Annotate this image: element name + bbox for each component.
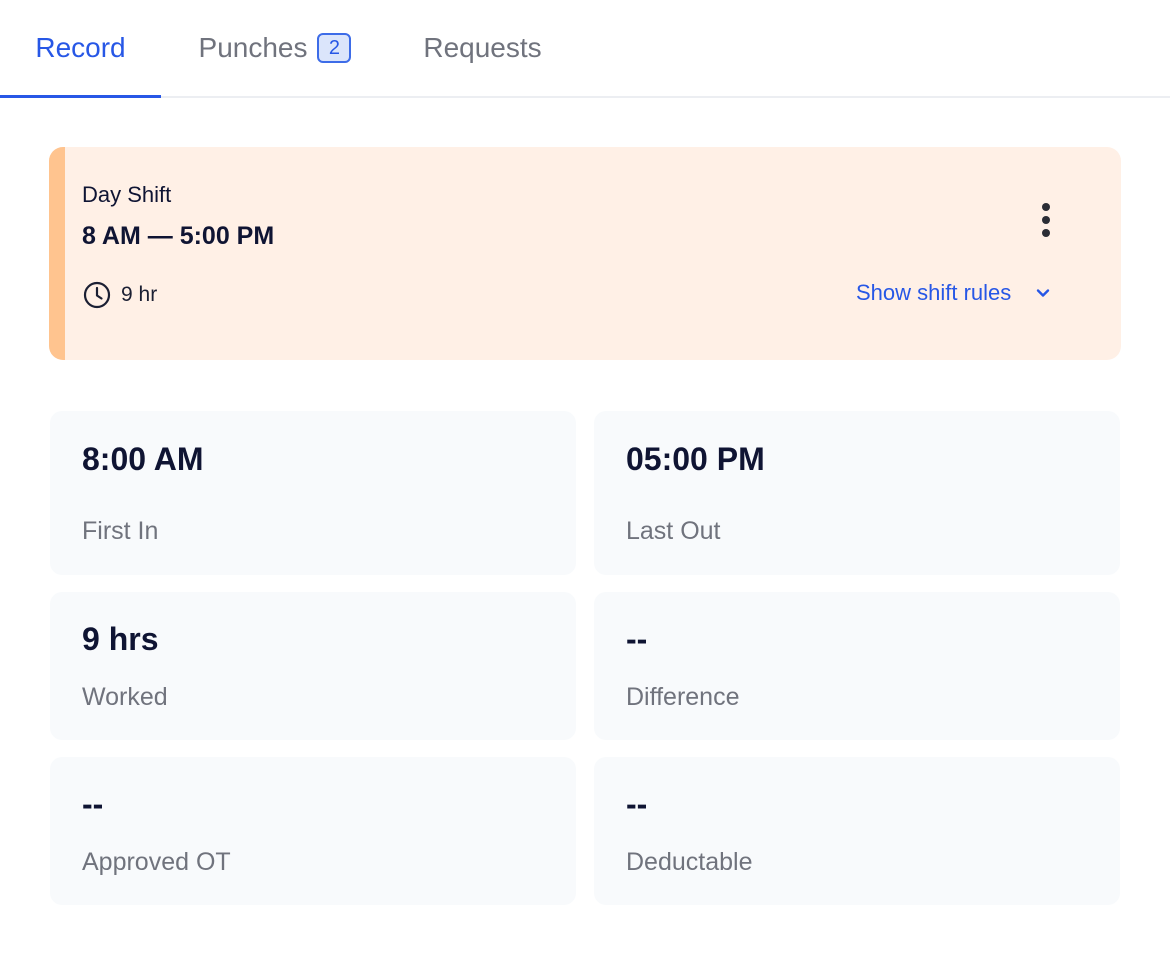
shift-duration-value: 9 hr	[121, 283, 158, 306]
punches-count-badge: 2	[317, 33, 352, 63]
shift-accent-bar	[49, 147, 65, 360]
last-out-card: 05:00 PM Last Out	[594, 411, 1120, 575]
tab-requests-label: Requests	[423, 32, 542, 63]
more-options-button[interactable]	[1030, 199, 1062, 241]
shift-name: Day Shift	[82, 182, 172, 207]
last-out-value: 05:00 PM	[626, 441, 765, 477]
approved-ot-label: Approved OT	[82, 848, 231, 876]
more-vertical-icon	[1042, 203, 1050, 237]
show-shift-rules-label: Show shift rules	[856, 280, 1012, 305]
tab-punches-label: Punches	[198, 32, 308, 63]
show-shift-rules-button[interactable]: Show shift rules	[856, 280, 1053, 306]
approved-ot-value: --	[82, 786, 104, 822]
worked-value: 9 hrs	[82, 621, 159, 657]
first-in-card: 8:00 AM First In	[50, 411, 576, 575]
tab-bar: Record Punches 2 Requests	[0, 0, 1170, 98]
last-out-label: Last Out	[626, 517, 721, 545]
deductable-card: -- Deductable	[594, 757, 1120, 905]
difference-card: -- Difference	[594, 592, 1120, 740]
difference-label: Difference	[626, 683, 740, 711]
shift-duration: 9 hr	[82, 280, 157, 310]
chevron-down-icon	[1033, 283, 1053, 303]
worked-card: 9 hrs Worked	[50, 592, 576, 740]
worked-label: Worked	[82, 683, 168, 711]
difference-value: --	[626, 621, 648, 657]
tab-record[interactable]: Record	[0, 0, 161, 98]
shift-card: Day Shift 8 AM — 5:00 PM 9 hr Show shift…	[49, 147, 1121, 360]
first-in-label: First In	[82, 517, 159, 545]
deductable-value: --	[626, 786, 648, 822]
first-in-value: 8:00 AM	[82, 441, 204, 477]
tab-requests[interactable]: Requests	[400, 0, 565, 96]
shift-time: 8 AM — 5:00 PM	[82, 222, 275, 250]
approved-ot-card: -- Approved OT	[50, 757, 576, 905]
deductable-label: Deductable	[626, 848, 753, 876]
tab-record-label: Record	[35, 32, 126, 63]
clock-icon	[82, 280, 112, 310]
tab-punches[interactable]: Punches 2	[175, 0, 375, 96]
